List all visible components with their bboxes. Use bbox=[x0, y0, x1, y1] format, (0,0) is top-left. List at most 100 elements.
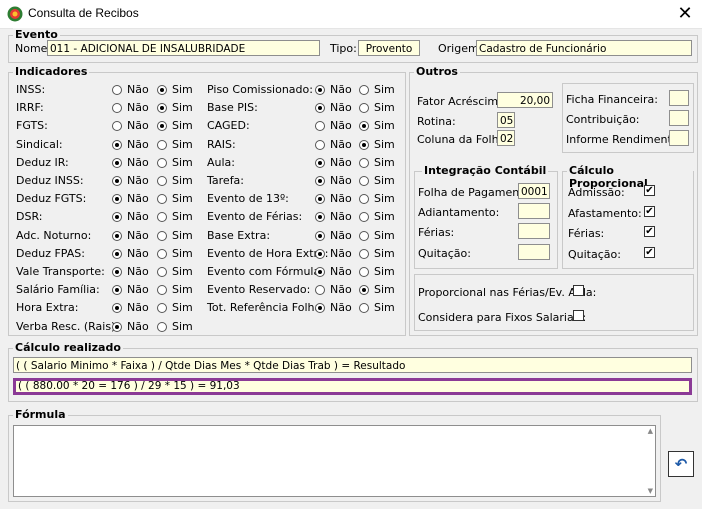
right-label: Evento de Férias: bbox=[207, 210, 303, 224]
right-radio-nao-label: Não bbox=[330, 192, 352, 206]
left-label: IRRF: bbox=[16, 101, 44, 115]
left-radio-nao[interactable] bbox=[112, 321, 122, 332]
left-radio-sim[interactable] bbox=[157, 321, 167, 332]
calculo-title: Cálculo realizado bbox=[13, 341, 123, 354]
fator-field[interactable]: 20,00 bbox=[497, 92, 553, 108]
informe-field[interactable] bbox=[669, 130, 689, 146]
admissao-label: Admissão: bbox=[568, 186, 625, 199]
left-radio-nao-label: Não bbox=[127, 137, 149, 151]
right-radio-sim[interactable] bbox=[359, 139, 369, 150]
right-label: Evento Reservado: bbox=[207, 283, 311, 297]
right-label: Base PIS: bbox=[207, 101, 258, 115]
left-radio-nao[interactable] bbox=[112, 267, 122, 277]
contrib-field[interactable] bbox=[669, 110, 689, 126]
left-label: Deduz IR: bbox=[16, 155, 69, 169]
left-radio-sim[interactable] bbox=[157, 248, 167, 259]
ficha-field[interactable] bbox=[669, 90, 689, 106]
rotina-field[interactable]: 05 bbox=[497, 112, 515, 128]
calculo-result-field[interactable]: ( ( 880.00 * 20 = 176 ) / 29 * 15 ) = 91… bbox=[13, 378, 692, 395]
quitacao-int-label: Quitação: bbox=[418, 247, 471, 260]
scroll-up-icon[interactable]: ▲ bbox=[648, 427, 653, 435]
adiantamento-field[interactable] bbox=[518, 203, 550, 219]
left-radio-sim-label: Sim bbox=[172, 192, 193, 206]
calculo-formula-field[interactable]: ( ( Salario Minimo * Faixa ) / Qtde Dias… bbox=[13, 357, 692, 373]
window-title: Consulta de Recibos bbox=[28, 6, 139, 20]
right-radio-nao[interactable] bbox=[315, 139, 325, 150]
left-radio-sim[interactable] bbox=[157, 267, 167, 277]
contrib-label: Contribuição: bbox=[566, 113, 640, 126]
right-radio-sim-label: Sim bbox=[374, 246, 395, 260]
left-label: Adc. Noturno: bbox=[16, 228, 92, 242]
left-radio-sim-label: Sim bbox=[172, 265, 193, 278]
origem-field[interactable]: Cadastro de Funcionário bbox=[476, 40, 692, 56]
right-radio-nao-label: Não bbox=[330, 301, 352, 315]
quitacao-prop-checkbox[interactable]: ✔ bbox=[644, 247, 655, 258]
fixos-checkbox[interactable] bbox=[573, 310, 584, 321]
left-radio-nao[interactable] bbox=[112, 139, 122, 150]
close-icon[interactable]: ✕ bbox=[668, 0, 702, 28]
right-radio-sim[interactable] bbox=[359, 157, 369, 168]
left-radio-sim[interactable] bbox=[157, 230, 167, 241]
coluna-label: Coluna da Folha: bbox=[417, 133, 510, 146]
right-radio-nao[interactable] bbox=[315, 248, 325, 259]
left-radio-sim-label: Sim bbox=[172, 83, 193, 96]
ferias-aula-checkbox[interactable] bbox=[573, 285, 584, 296]
right-radio-nao[interactable] bbox=[315, 267, 325, 277]
left-radio-sim[interactable] bbox=[157, 139, 167, 150]
right-radio-nao-label: Não bbox=[330, 155, 352, 169]
ferias-prop-checkbox[interactable]: ✔ bbox=[644, 226, 655, 237]
left-radio-sim[interactable] bbox=[157, 85, 167, 95]
left-radio-nao-label: Não bbox=[127, 265, 149, 278]
tipo-label: Tipo: bbox=[330, 42, 357, 55]
left-label: Hora Extra: bbox=[16, 301, 79, 315]
right-radio-sim-label: Sim bbox=[374, 155, 395, 169]
left-radio-nao[interactable] bbox=[112, 85, 122, 95]
title-bar: Consulta de Recibos ✕ bbox=[0, 0, 702, 29]
left-radio-sim-label: Sim bbox=[172, 210, 193, 224]
right-radio-nao[interactable] bbox=[315, 85, 325, 95]
right-radio-sim[interactable] bbox=[359, 267, 369, 277]
ferias-int-field[interactable] bbox=[518, 223, 550, 239]
quitacao-int-field[interactable] bbox=[518, 244, 550, 260]
formula-textarea[interactable]: ▲ ▼ bbox=[13, 425, 656, 497]
ferias-int-label: Férias: bbox=[418, 226, 455, 239]
left-radio-nao[interactable] bbox=[112, 176, 122, 186]
right-label: Evento de Hora Extra: bbox=[207, 246, 329, 260]
folha-field[interactable]: 0001 bbox=[518, 183, 550, 199]
right-radio-sim-label: Sim bbox=[374, 119, 395, 133]
left-radio-sim-label: Sim bbox=[172, 228, 193, 242]
left-radio-sim-label: Sim bbox=[172, 174, 193, 187]
right-radio-sim-label: Sim bbox=[374, 265, 395, 278]
right-radio-nao[interactable] bbox=[315, 157, 325, 168]
admissao-checkbox[interactable]: ✔ bbox=[644, 185, 655, 196]
right-radio-nao-label: Não bbox=[330, 174, 352, 187]
left-radio-sim-label: Sim bbox=[172, 301, 193, 315]
left-radio-sim-label: Sim bbox=[172, 101, 193, 115]
right-radio-nao[interactable] bbox=[315, 230, 325, 241]
left-radio-nao[interactable] bbox=[112, 157, 122, 168]
right-label: Base Extra: bbox=[207, 228, 271, 242]
coluna-field[interactable]: 02 bbox=[497, 130, 515, 146]
right-radio-nao-label: Não bbox=[330, 101, 352, 115]
right-radio-sim[interactable] bbox=[359, 176, 369, 186]
right-radio-sim[interactable] bbox=[359, 85, 369, 95]
app-logo-icon bbox=[7, 6, 23, 22]
tipo-field[interactable]: Provento bbox=[358, 40, 420, 56]
nome-field[interactable]: 011 - ADICIONAL DE INSALUBRIDADE bbox=[47, 40, 320, 56]
left-radio-sim-label: Sim bbox=[172, 155, 193, 169]
undo-icon[interactable]: ↶ bbox=[668, 451, 694, 477]
left-radio-sim[interactable] bbox=[157, 176, 167, 186]
right-radio-sim[interactable] bbox=[359, 248, 369, 259]
left-radio-sim-label: Sim bbox=[172, 319, 193, 333]
afastamento-checkbox[interactable]: ✔ bbox=[644, 206, 655, 217]
left-label: Sindical: bbox=[16, 137, 63, 151]
left-radio-nao[interactable] bbox=[112, 248, 122, 259]
left-radio-nao-label: Não bbox=[127, 210, 149, 224]
scroll-down-icon[interactable]: ▼ bbox=[648, 487, 653, 495]
right-radio-nao[interactable] bbox=[315, 176, 325, 186]
left-radio-sim[interactable] bbox=[157, 157, 167, 168]
left-radio-sim-label: Sim bbox=[172, 246, 193, 260]
left-radio-nao-label: Não bbox=[127, 192, 149, 206]
right-radio-sim[interactable] bbox=[359, 230, 369, 241]
left-radio-nao[interactable] bbox=[112, 230, 122, 241]
